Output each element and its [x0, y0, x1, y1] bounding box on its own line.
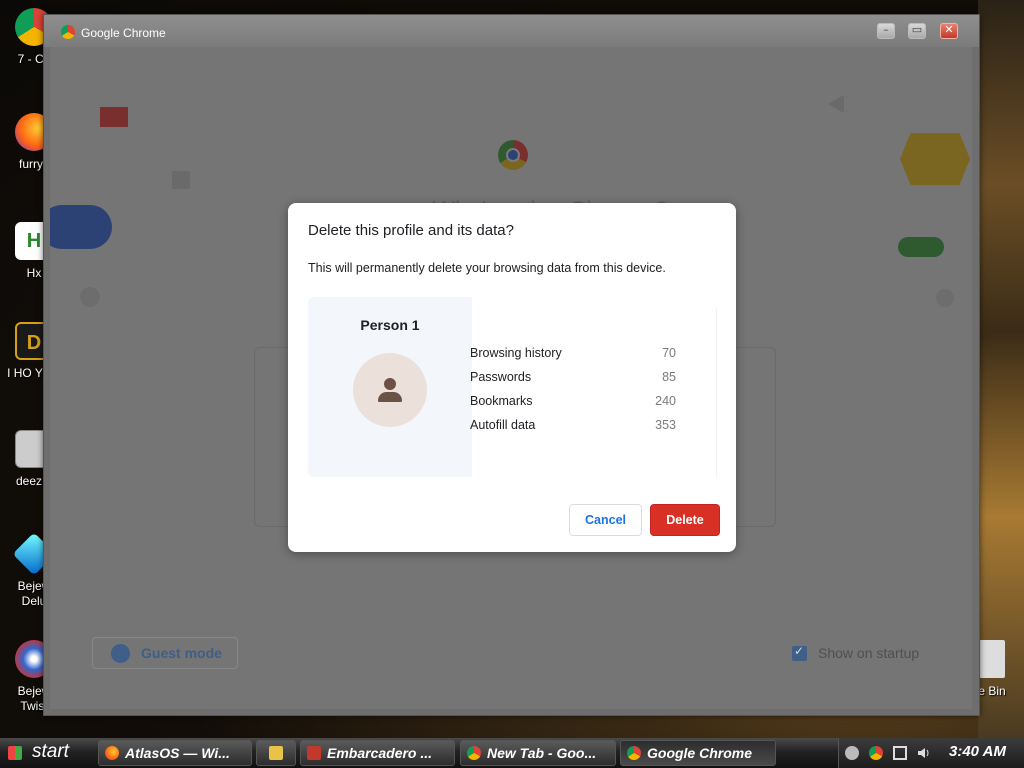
clock[interactable]: 3:40 AM [949, 743, 1006, 760]
network-icon[interactable] [893, 746, 907, 760]
stat-value: 70 [662, 346, 676, 360]
taskbar-item-new-tab[interactable]: New Tab - Goo... [460, 740, 616, 766]
stat-value: 240 [655, 394, 676, 408]
stat-browsing-history: Browsing history 70 [470, 346, 676, 364]
tray-expand-icon[interactable] [845, 746, 859, 760]
grey-dot-decoration [80, 287, 100, 307]
grey-triangle-decoration [828, 95, 844, 113]
dialog-title: Delete this profile and its data? [308, 222, 514, 239]
profile-name: Person 1 [360, 317, 420, 333]
embarcadero-icon [307, 746, 321, 760]
green-pill-decoration [898, 237, 944, 257]
taskbar-item-google-chrome[interactable]: Google Chrome [620, 740, 776, 766]
maximize-icon: ▭ [911, 23, 923, 36]
stat-label: Browsing history [470, 346, 562, 360]
guest-mode-button[interactable]: Guest mode [92, 637, 238, 669]
guest-mode-label: Guest mode [141, 645, 222, 661]
desktop-wallpaper [978, 0, 1024, 738]
grey-dot-right-decoration [936, 289, 954, 307]
minimize-icon: – [883, 23, 889, 36]
taskbar-item-label: AtlasOS — Wi... [125, 745, 230, 761]
cancel-button[interactable]: Cancel [569, 504, 642, 536]
stat-passwords: Passwords 85 [470, 370, 676, 388]
taskbar-item-explorer[interactable] [256, 740, 296, 766]
chrome-icon [627, 746, 641, 760]
minimize-button[interactable]: – [877, 23, 895, 39]
windows-logo-icon [8, 746, 22, 760]
volume-icon[interactable] [917, 746, 931, 760]
close-button[interactable]: ✕ [940, 23, 958, 39]
start-button[interactable]: start [0, 738, 92, 768]
stat-value: 353 [655, 418, 676, 432]
stat-label: Bookmarks [470, 394, 533, 408]
recycle-bin-icon [979, 640, 1005, 678]
chrome-icon [61, 25, 75, 39]
title-bar[interactable]: Google Chrome – ▭ ✕ [44, 15, 979, 47]
folder-icon [269, 746, 283, 760]
chrome-logo [498, 140, 528, 170]
data-stats-list [472, 309, 717, 477]
taskbar-item-embarcadero[interactable]: Embarcadero ... [300, 740, 455, 766]
delete-button[interactable]: Delete [650, 504, 720, 536]
taskbar-item-label: Google Chrome [647, 745, 753, 761]
firefox-icon [105, 746, 119, 760]
stat-label: Passwords [470, 370, 532, 384]
grey-square-decoration [172, 171, 190, 189]
show-on-startup-label: Show on startup [818, 645, 920, 661]
dialog-description: This will permanently delete your browsi… [308, 261, 666, 275]
stat-bookmarks: Bookmarks 240 [470, 394, 676, 412]
start-label: start [32, 741, 69, 762]
stat-label: Autofill data [470, 418, 536, 432]
window-title: Google Chrome [81, 26, 166, 40]
chrome-tray-icon[interactable] [869, 746, 883, 760]
blue-circles-decoration [50, 205, 112, 249]
red-block-decoration [100, 107, 128, 127]
stat-autofill-data: Autofill data 353 [470, 418, 676, 436]
guest-avatar-icon [111, 644, 130, 663]
stat-value: 85 [662, 370, 676, 384]
profile-avatar-icon [353, 353, 427, 427]
chrome-icon [467, 746, 481, 760]
close-icon: ✕ [944, 23, 954, 36]
profile-card: Person 1 [308, 297, 472, 477]
taskbar-item-label: Embarcadero ... [327, 745, 433, 761]
taskbar-item-atlasos[interactable]: AtlasOS — Wi... [98, 740, 252, 766]
system-tray: 3:40 AM [838, 738, 1024, 768]
delete-profile-dialog: Delete this profile and its data? This w… [288, 203, 736, 552]
taskbar: start AtlasOS — Wi... Embarcadero ... Ne… [0, 738, 1024, 768]
taskbar-item-label: New Tab - Goo... [487, 745, 597, 761]
maximize-button[interactable]: ▭ [908, 23, 926, 39]
checkbox-checked-icon[interactable]: ✓ [792, 644, 807, 661]
yellow-hexagon-decoration [900, 133, 970, 185]
